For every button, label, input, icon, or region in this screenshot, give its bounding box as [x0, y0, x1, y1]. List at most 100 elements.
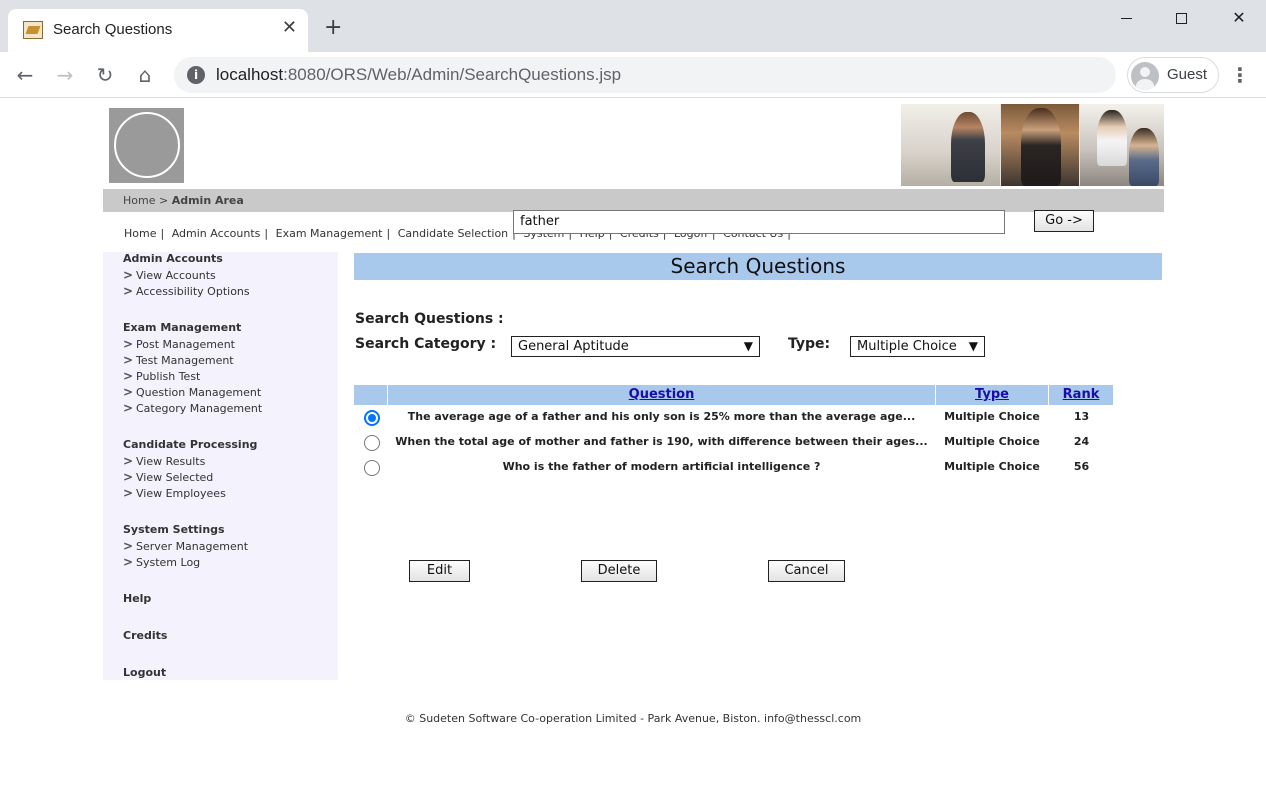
chevron-down-icon: ▼: [968, 339, 978, 353]
sidebar-section-system-settings[interactable]: System Settings: [123, 523, 225, 536]
site-info-icon[interactable]: i: [187, 66, 205, 84]
tab-title: Search Questions: [53, 21, 173, 38]
cancel-button[interactable]: Cancel: [768, 560, 845, 582]
profile-name: Guest: [1167, 66, 1208, 83]
type-cell: Multiple Choice: [944, 410, 1040, 423]
search-input[interactable]: father: [513, 210, 1005, 234]
browser-tab[interactable]: Search Questions ✕: [8, 9, 308, 52]
search-questions-label: Search Questions :: [355, 311, 504, 327]
category-select-value: General Aptitude: [518, 339, 629, 354]
breadcrumb-home[interactable]: Home: [123, 194, 155, 207]
delete-button[interactable]: Delete: [581, 560, 657, 582]
chevron-right-icon: >: [123, 470, 134, 484]
sort-type-link[interactable]: Type: [975, 387, 1009, 402]
question-cell: When the total age of mother and father …: [395, 435, 928, 448]
banner-person: [1129, 128, 1159, 186]
page-title: Search Questions: [354, 253, 1162, 280]
minimize-icon[interactable]: [1106, 6, 1146, 32]
edit-button[interactable]: Edit: [409, 560, 470, 582]
new-tab-icon[interactable]: +: [324, 16, 342, 40]
banner-person: [1097, 110, 1127, 166]
banner-person: [951, 112, 985, 182]
category-select[interactable]: General Aptitude ▼: [511, 336, 760, 357]
page: Home > Admin Area Home | Admin Accounts | …: [0, 98, 1266, 785]
sidebar-item-accessibility-options[interactable]: > Accessibility Options: [123, 284, 250, 298]
sidebar-item-view-results[interactable]: > View Results: [123, 454, 205, 468]
breadcrumb: Home > Admin Area: [103, 189, 1164, 212]
sidebar-item-view-employees[interactable]: > View Employees: [123, 486, 226, 500]
search-category-label: Search Category :: [355, 336, 497, 352]
window-close-icon[interactable]: ✕: [1219, 6, 1259, 32]
question-cell: Who is the father of modern artificial i…: [502, 460, 821, 473]
rank-cell: 56: [1073, 460, 1090, 473]
url-host: localhost: [216, 65, 284, 84]
reload-icon[interactable]: ↻: [92, 62, 118, 88]
sidebar-section-credits[interactable]: Credits: [123, 629, 167, 642]
go-button[interactable]: Go ->: [1034, 210, 1094, 232]
breadcrumb-text: Home > Admin Area: [123, 194, 244, 207]
browser-menu-icon[interactable]: ⋮: [1228, 62, 1252, 88]
sidebar-item-view-selected[interactable]: > View Selected: [123, 470, 213, 484]
sort-rank-link[interactable]: Rank: [1063, 387, 1100, 402]
rank-cell: 13: [1073, 410, 1090, 423]
chevron-right-icon: >: [123, 454, 134, 468]
chevron-right-icon: >: [123, 369, 134, 383]
sidebar-item-publish-test[interactable]: > Publish Test: [123, 369, 200, 383]
chevron-right-icon: >: [123, 539, 134, 553]
sidebar-item-question-management[interactable]: > Question Management: [123, 385, 261, 399]
browser-toolbar: ← → ↻ ⌂ i localhost:8080/ORS/Web/Admin/S…: [0, 52, 1266, 98]
table-row: Who is the father of modern artificial i…: [354, 456, 1113, 480]
nav-candidate-selection[interactable]: Candidate Selection: [398, 227, 508, 240]
sidebar-item-server-management[interactable]: > Server Management: [123, 539, 248, 553]
sidebar-section-admin-accounts[interactable]: Admin Accounts: [123, 252, 223, 265]
address-bar[interactable]: i localhost:8080/ORS/Web/Admin/SearchQue…: [174, 57, 1116, 93]
chevron-right-icon: >: [123, 337, 134, 351]
forward-icon[interactable]: →: [52, 62, 78, 88]
type-select[interactable]: Multiple Choice ▼: [850, 336, 985, 357]
browser-tabstrip: Search Questions ✕ + ✕: [0, 0, 1266, 52]
sidebar-section-exam-management[interactable]: Exam Management: [123, 321, 241, 334]
sidebar-section-candidate-processing[interactable]: Candidate Processing: [123, 438, 257, 451]
profile-button[interactable]: Guest: [1127, 57, 1219, 93]
type-select-value: Multiple Choice: [857, 339, 957, 354]
sidebar-item-view-accounts[interactable]: > View Accounts: [123, 268, 216, 282]
type-cell: Multiple Choice: [944, 435, 1040, 448]
table-row: When the total age of mother and father …: [354, 431, 1113, 455]
nav-home[interactable]: Home: [124, 227, 156, 240]
chevron-right-icon: >: [123, 486, 134, 500]
header-question[interactable]: Question: [388, 385, 935, 405]
url-text: localhost:8080/ORS/Web/Admin/SearchQuest…: [216, 65, 621, 85]
breadcrumb-separator: >: [158, 194, 169, 207]
close-tab-icon[interactable]: ✕: [282, 18, 297, 38]
favicon-icon: [23, 21, 43, 39]
type-label: Type:: [788, 336, 831, 352]
back-icon[interactable]: ←: [12, 62, 38, 88]
sidebar-item-test-management[interactable]: > Test Management: [123, 353, 234, 367]
avatar-icon: [1131, 62, 1159, 90]
sidebar-section-logout[interactable]: Logout: [123, 666, 166, 679]
header-type[interactable]: Type: [936, 385, 1048, 405]
sidebar-section-help[interactable]: Help: [123, 592, 151, 605]
nav-exam-management[interactable]: Exam Management: [276, 227, 383, 240]
row-radio[interactable]: [364, 410, 380, 426]
chevron-right-icon: >: [123, 268, 134, 282]
home-icon[interactable]: ⌂: [132, 62, 158, 88]
question-cell: The average age of a father and his only…: [407, 410, 916, 423]
maximize-icon[interactable]: [1161, 6, 1201, 32]
sidebar-item-category-management[interactable]: > Category Management: [123, 401, 262, 415]
footer-text: © Sudeten Software Co-operation Limited …: [404, 712, 862, 725]
header-select-column: [354, 385, 387, 405]
table-row: The average age of a father and his only…: [354, 406, 1113, 430]
row-radio[interactable]: [364, 460, 380, 476]
header-rank[interactable]: Rank: [1049, 385, 1113, 405]
nav-admin-accounts[interactable]: Admin Accounts: [172, 227, 261, 240]
sidebar-item-post-management[interactable]: > Post Management: [123, 337, 235, 351]
table-header: Question Type Rank: [354, 385, 1113, 405]
sidebar-item-system-log[interactable]: > System Log: [123, 555, 200, 569]
breadcrumb-current: Admin Area: [171, 194, 244, 207]
type-cell: Multiple Choice: [944, 460, 1040, 473]
site-logo: [109, 108, 184, 183]
chevron-right-icon: >: [123, 385, 134, 399]
sort-question-link[interactable]: Question: [629, 387, 695, 402]
row-radio[interactable]: [364, 435, 380, 451]
